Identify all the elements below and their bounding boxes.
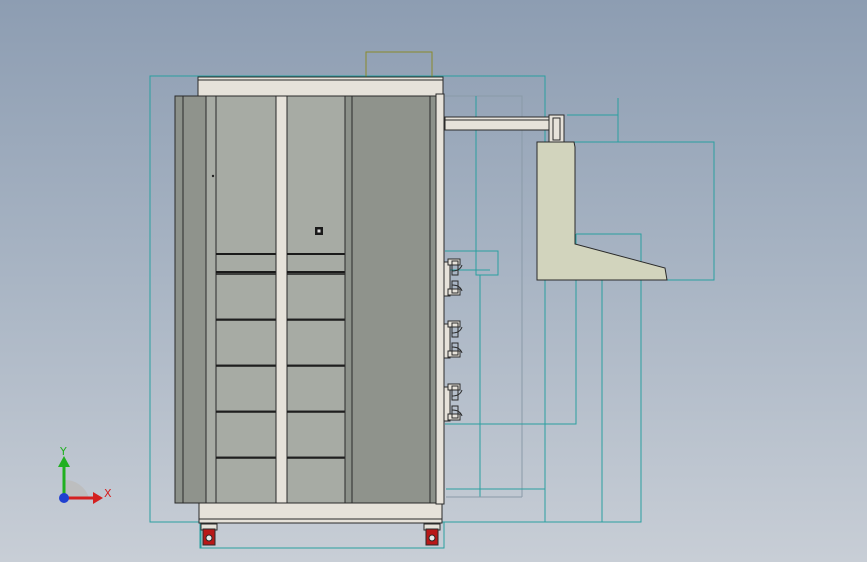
hinge-icon xyxy=(443,383,463,422)
caster-group xyxy=(200,523,441,546)
left-door-edge xyxy=(205,95,217,504)
door-latch-icon xyxy=(211,174,215,178)
side-panel-edge xyxy=(429,95,437,504)
lock-keyhole xyxy=(317,229,321,233)
drawer-front xyxy=(215,411,277,458)
drawer-front xyxy=(215,273,277,320)
drawer-front xyxy=(286,457,346,504)
hinge-icon xyxy=(443,258,463,297)
sketch-line xyxy=(199,522,445,549)
support-arm xyxy=(444,116,552,131)
z-axis-icon xyxy=(59,493,69,503)
drawer-front xyxy=(286,319,346,366)
sketch-line xyxy=(567,98,619,116)
hinge-group xyxy=(443,258,463,422)
drawer-front xyxy=(215,365,277,412)
bottom-plate xyxy=(198,518,443,524)
middle-post xyxy=(275,95,288,504)
x-axis-label: X xyxy=(104,487,112,500)
hinge-icon xyxy=(443,320,463,359)
side-panel-strip xyxy=(344,95,353,504)
side-panel xyxy=(351,95,433,504)
caster-wheel-icon xyxy=(200,523,218,546)
drawer-front xyxy=(286,273,346,320)
arm-joint-inner xyxy=(552,117,561,141)
cad-viewport[interactable]: Y X xyxy=(0,0,867,562)
drawer-front xyxy=(286,365,346,412)
top-handle-sketch xyxy=(365,51,433,78)
coordinate-triad[interactable]: Y X xyxy=(58,445,112,504)
right-frame-column xyxy=(435,93,445,505)
drawer-front xyxy=(215,457,277,504)
shelf-bracket xyxy=(536,141,668,281)
y-axis-label: Y xyxy=(59,445,67,458)
drawer-front xyxy=(215,319,277,366)
left-drawer-stack xyxy=(215,273,277,504)
x-axis-arrow-icon xyxy=(93,492,103,504)
sketch-line xyxy=(445,95,523,497)
caster-wheel-icon xyxy=(423,523,441,546)
drawer-front xyxy=(286,411,346,458)
left-door xyxy=(182,95,208,504)
right-drawer-stack xyxy=(286,273,346,504)
